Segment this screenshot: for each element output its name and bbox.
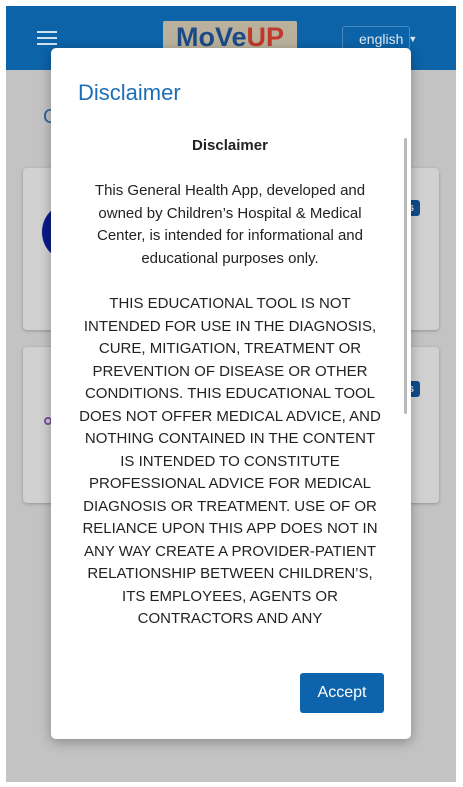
disclaimer-paragraph: This General Health App, developed and o… [94,182,366,267]
disclaimer-heading: Disclaimer [192,137,268,154]
disclaimer-scroll-body[interactable]: Disclaimer This General Health App, deve… [78,136,382,638]
caret-down-icon: ▼ [408,34,418,44]
language-dropdown[interactable]: english ▼ [342,26,417,50]
scrollbar-thumb[interactable] [404,138,407,414]
disclaimer-modal: Disclaimer Disclaimer This General Healt… [51,48,411,739]
language-label: english [359,31,404,47]
disclaimer-paragraph: THIS EDUCATIONAL TOOL IS NOT INTENDED FO… [79,295,381,627]
modal-title: Disclaimer [78,80,181,105]
accept-button[interactable]: Accept [300,673,384,713]
hamburger-menu-icon[interactable] [37,31,57,46]
